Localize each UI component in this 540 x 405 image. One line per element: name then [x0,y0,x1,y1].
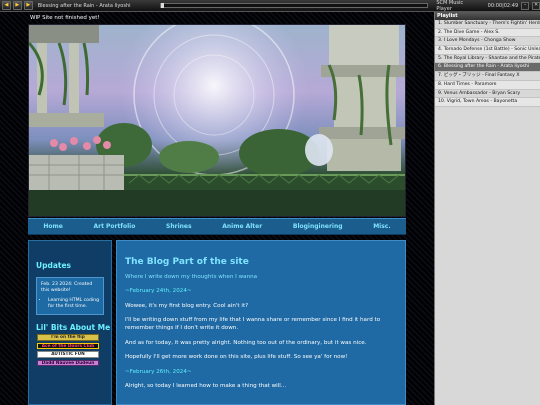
progress-slider[interactable] [160,3,429,8]
next-icon[interactable]: ▶ [23,1,33,10]
playlist-item[interactable]: 4. Tornado Defense (1st Battle) - Sonic … [435,46,540,55]
fantasy-garden-illustration [29,25,405,216]
progress-knob[interactable] [161,3,165,8]
entry-date: ~February 24th, 2024~ [125,288,192,295]
playlist-item[interactable]: 7. ビッグ・ブリッジ - Final Fantasy X [435,72,540,81]
playlist-title: Playlist [435,12,540,20]
entry-paragraph: And as for today, it was pretty alright.… [125,339,367,346]
blog-subtitle: Where I write down my thoughts when I wa… [125,273,258,280]
entry-date: ~February 26th, 2024~ [125,368,192,375]
playlist-item[interactable]: 6. Blessing after the Rain - Arata Iiyos… [435,63,540,73]
sidebar: Updates Feb. 23 2024: Created this websi… [28,240,112,405]
stamp-badge: AUTISTIC FUN [37,351,99,358]
update-list: Learning HTML coding for the first time. [48,298,99,310]
playlist-panel: Playlist 1. Slumber Sanctuary - Them's F… [434,12,540,405]
stamp-badge: I'm on the flip [37,334,99,341]
nav-link-art-portfolio[interactable]: Art Portfolio [93,223,135,230]
site-nav: Home Art Portfolio Shrines Anime Alter Blogi… [28,218,406,235]
updates-title: Updates [36,261,72,270]
play-icon[interactable]: ▶ [12,1,22,10]
close-icon[interactable]: ✕ [532,1,540,10]
prev-icon[interactable]: ◀ [2,1,11,10]
nav-link-misc[interactable]: Misc. [373,223,390,230]
now-playing-title: Blessing after the Rain - Arata Iiyoshi [37,2,131,9]
stamp-badge: Ace of the Doors Club [37,342,99,349]
playlist-item[interactable]: 10. Vigrid, Town Areas - Bayonetta [435,98,540,107]
update-entry: Feb. 23 2024: Created this website! [41,282,93,293]
updates-box: Feb. 23 2024: Created this website! Lear… [36,277,104,315]
blog-content: The Blog Part of the site Where I write … [116,240,406,405]
music-player-bar: ◀ ▶ ▶ Blessing after the Rain - Arata Ii… [0,0,540,12]
playlist-item[interactable]: 5. The Royal Library - Shantae and the P… [435,55,540,64]
entry-paragraph: Wowee, it's my first blog entry. Cool ai… [125,302,249,309]
playlist-item[interactable]: 1. Slumber Sanctuary - Them's Fightin' H… [435,20,540,29]
nav-link-shrines[interactable]: Shrines [166,223,192,230]
nav-link-anime-alter[interactable]: Anime Alter [222,223,262,230]
entry-paragraph: Hopefully I'll get more work done on thi… [125,354,348,361]
entry-paragraph: I'll be writing down stuff from my life … [125,317,381,331]
nav-link-bloginginering[interactable]: Bloginginering [293,223,343,230]
stamp-badge: Dadd Nauvee Dudeun [37,359,99,366]
update-item: Learning HTML coding for the first time. [48,298,99,310]
playlist-item[interactable]: 8. Hard Times - Paramore [435,80,540,90]
minimize-icon[interactable]: – [521,1,530,10]
header-banner-image [28,24,406,217]
player-time: 00:00|02:49 [487,2,519,9]
entry-paragraph: Alright, so today I learned how to make … [125,383,287,390]
playlist-list: 1. Slumber Sanctuary - Them's Fightin' H… [435,20,540,107]
playlist-item[interactable]: 2. The Dive Game - Alex S. [435,28,540,38]
about-bits-title: Lil' Bits About Me [36,323,111,332]
wip-notice: WIP Site not finished yet! [30,15,100,21]
nav-link-home[interactable]: Home [43,223,62,230]
player-name: SCM Music Player [436,0,464,12]
playlist-item[interactable]: 9. Venus Ambassador - Bryan Scary [435,90,540,99]
playlist-item[interactable]: 3. I Love Mondays - Chonga Show [435,37,540,47]
blog-title: The Blog Part of the site [125,257,249,267]
